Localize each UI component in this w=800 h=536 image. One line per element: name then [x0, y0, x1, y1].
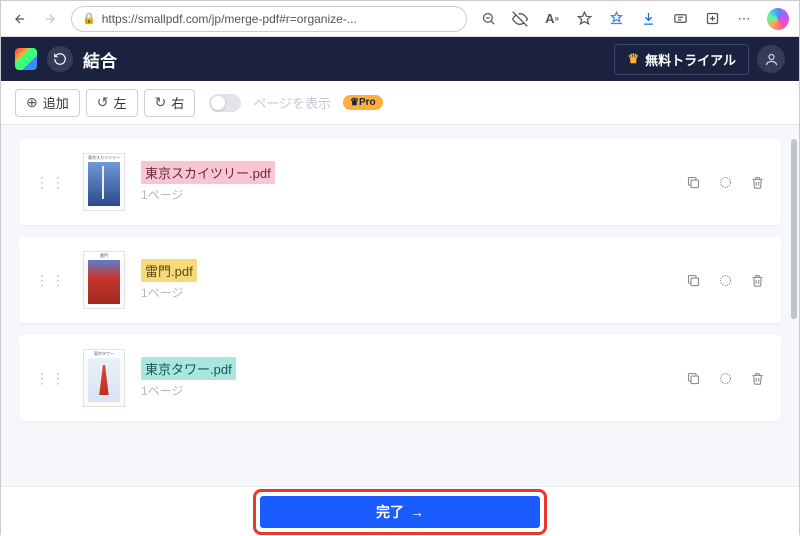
file-info: 雷門.pdf 1ページ [141, 259, 669, 301]
show-pages-label: ページを表示 [253, 93, 331, 112]
undo-button[interactable] [47, 46, 73, 72]
copilot-icon[interactable] [767, 8, 789, 30]
rotate-right-icon: ↻ [155, 94, 167, 111]
user-menu-button[interactable] [757, 45, 785, 73]
delete-button[interactable] [749, 272, 765, 288]
rotate-button[interactable] [717, 174, 733, 190]
url-text: https://smallpdf.com/jp/merge-pdf#r=orga… [102, 12, 357, 26]
file-pages: 1ページ [141, 186, 669, 203]
address-bar[interactable]: 🔒 https://smallpdf.com/jp/merge-pdf#r=or… [71, 6, 467, 32]
extensions-icon[interactable] [671, 10, 689, 28]
footer: 完了 → [1, 486, 799, 536]
duplicate-button[interactable] [685, 370, 701, 386]
downloads-icon[interactable] [639, 10, 657, 28]
forward-button[interactable] [41, 10, 59, 28]
favorites-bar-icon[interactable] [607, 10, 625, 28]
smallpdf-logo[interactable] [15, 48, 37, 70]
rotate-left-button[interactable]: ↺左 [86, 89, 138, 117]
favorite-icon[interactable] [575, 10, 593, 28]
file-row[interactable]: ⋮⋮ 東京タワー 東京タワー.pdf 1ページ [19, 335, 781, 421]
duplicate-button[interactable] [685, 272, 701, 288]
file-name[interactable]: 東京スカイツリー.pdf [141, 161, 275, 184]
duplicate-button[interactable] [685, 174, 701, 190]
text-size-icon[interactable]: A» [543, 10, 561, 28]
file-row[interactable]: ⋮⋮ 東京スカイツリー 東京スカイツリー.pdf 1ページ [19, 139, 781, 225]
back-button[interactable] [11, 10, 29, 28]
zoom-out-icon[interactable] [479, 10, 497, 28]
rotate-button[interactable] [717, 370, 733, 386]
pro-badge: ♛Pro [343, 95, 383, 110]
browser-actions: A» ⋯ [479, 8, 789, 30]
show-pages-toggle[interactable] [209, 94, 241, 112]
file-info: 東京スカイツリー.pdf 1ページ [141, 161, 669, 203]
lock-icon: 🔒 [82, 12, 96, 25]
action-toolbar: ⊕追加 ↺左 ↻右 ページを表示 ♛Pro [1, 81, 799, 125]
drag-handle-icon[interactable]: ⋮⋮ [35, 272, 67, 289]
rotate-button[interactable] [717, 272, 733, 288]
file-pages: 1ページ [141, 284, 669, 301]
browser-toolbar: 🔒 https://smallpdf.com/jp/merge-pdf#r=or… [1, 1, 799, 37]
add-button[interactable]: ⊕追加 [15, 89, 80, 117]
highlight-frame: 完了 → [253, 489, 547, 535]
scrollbar[interactable] [791, 139, 797, 419]
file-row[interactable]: ⋮⋮ 雷門 雷門.pdf 1ページ [19, 237, 781, 323]
delete-button[interactable] [749, 174, 765, 190]
file-thumbnail[interactable]: 東京スカイツリー [83, 153, 125, 211]
rotate-left-icon: ↺ [97, 94, 109, 111]
delete-button[interactable] [749, 370, 765, 386]
app-header: 結合 ♛無料トライアル [1, 37, 799, 81]
arrow-right-icon: → [410, 504, 424, 520]
drag-handle-icon[interactable]: ⋮⋮ [35, 370, 67, 387]
tracking-icon[interactable] [511, 10, 529, 28]
done-button[interactable]: 完了 → [260, 496, 540, 528]
file-name[interactable]: 東京タワー.pdf [141, 357, 236, 380]
rotate-right-button[interactable]: ↻右 [144, 89, 196, 117]
drag-handle-icon[interactable]: ⋮⋮ [35, 174, 67, 191]
collections-icon[interactable] [703, 10, 721, 28]
plus-icon: ⊕ [26, 94, 38, 111]
file-name[interactable]: 雷門.pdf [141, 259, 197, 282]
file-thumbnail[interactable]: 東京タワー [83, 349, 125, 407]
file-thumbnail[interactable]: 雷門 [83, 251, 125, 309]
more-icon[interactable]: ⋯ [735, 10, 753, 28]
file-pages: 1ページ [141, 382, 669, 399]
crown-icon: ♛ [627, 51, 639, 67]
free-trial-button[interactable]: ♛無料トライアル [614, 44, 749, 75]
file-info: 東京タワー.pdf 1ページ [141, 357, 669, 399]
file-list: ⋮⋮ 東京スカイツリー 東京スカイツリー.pdf 1ページ ⋮⋮ 雷門 雷門.p… [1, 125, 799, 486]
page-title: 結合 [83, 47, 117, 72]
